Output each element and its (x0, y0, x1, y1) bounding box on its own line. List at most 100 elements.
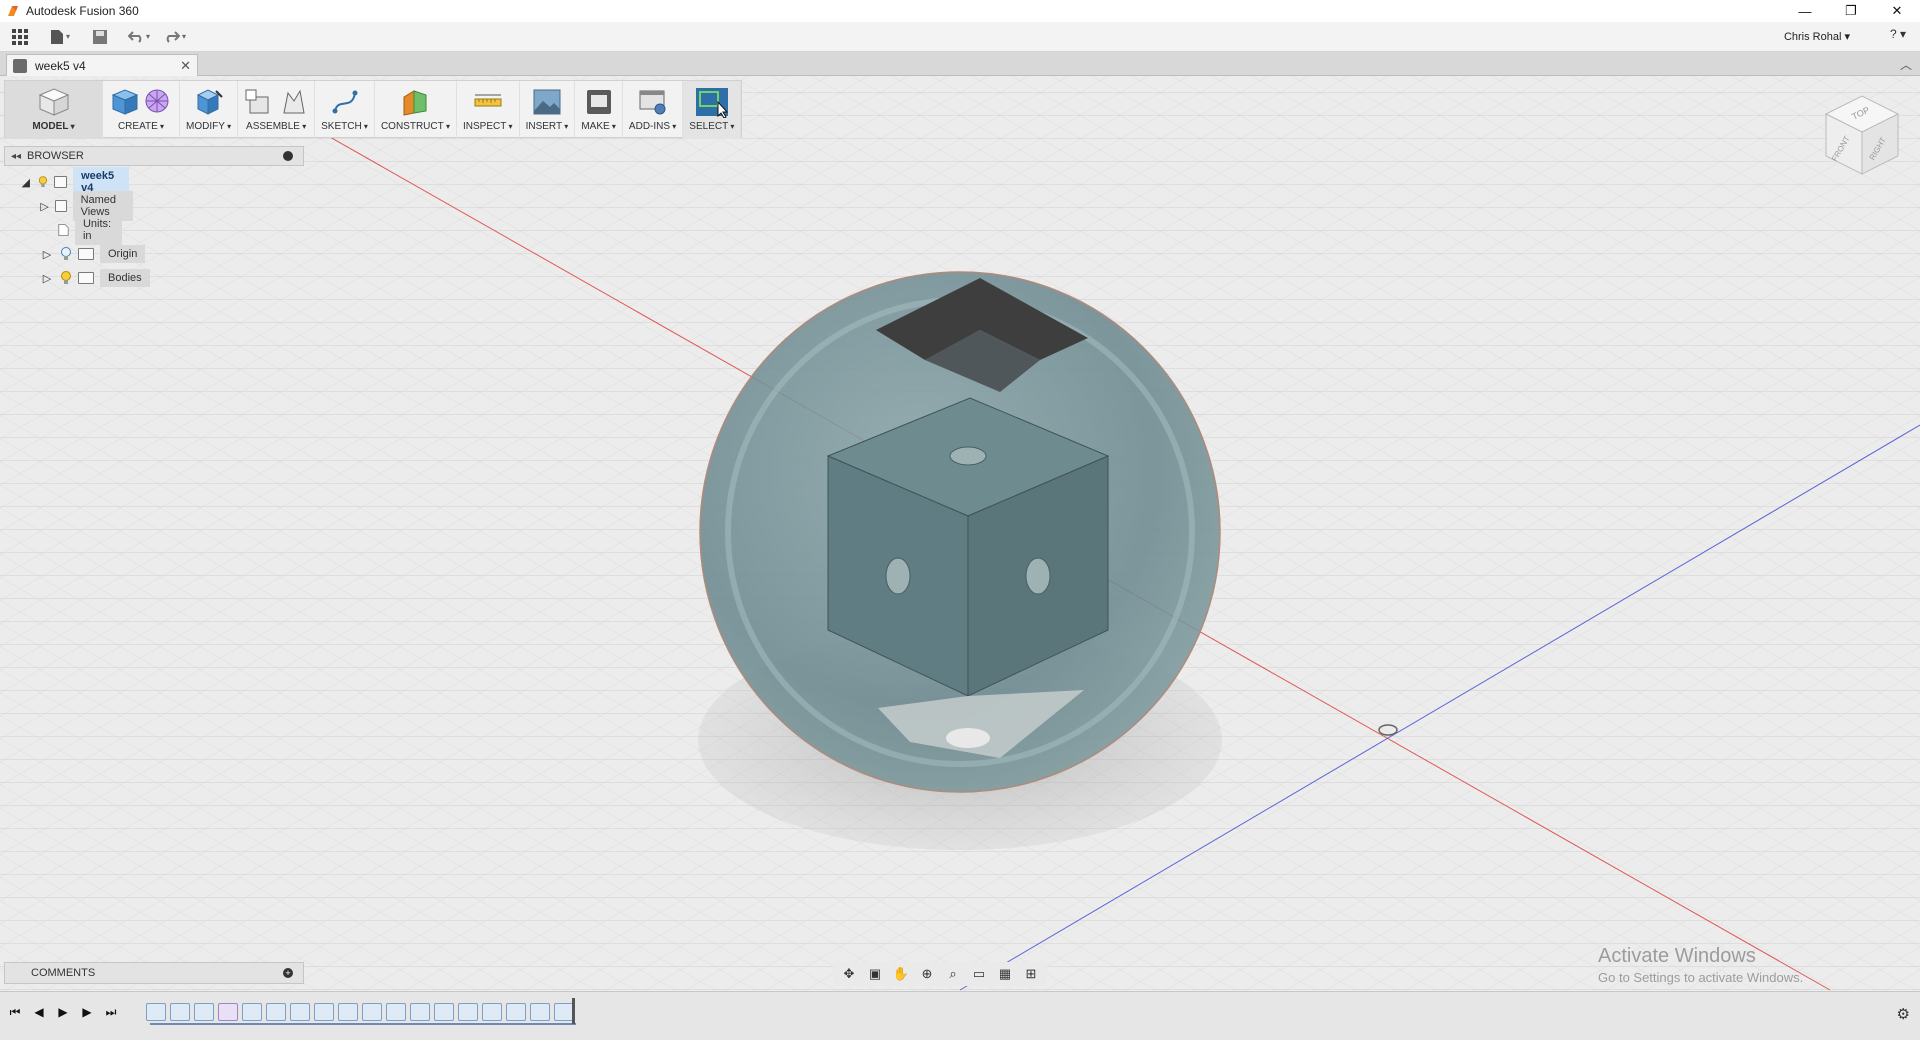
visibility-bulb-icon[interactable] (60, 271, 72, 285)
timeline-feature[interactable] (386, 1003, 406, 1021)
select-menu[interactable]: SELECT (683, 81, 742, 139)
timeline-feature[interactable] (482, 1003, 502, 1021)
restore-button[interactable]: ❐ (1828, 0, 1874, 22)
timeline-feature[interactable] (146, 1003, 166, 1021)
grid-settings-icon[interactable]: ▦ (995, 965, 1015, 983)
browser-panel-header[interactable]: ◂◂ BROWSER (4, 146, 304, 166)
create-menu[interactable]: CREATE (103, 81, 180, 139)
new-component-icon (245, 89, 269, 114)
add-ins-menu[interactable]: ADD-INS (623, 81, 684, 139)
extrude-box-icon (111, 89, 139, 115)
expand-triangle-icon[interactable]: ▷ (40, 199, 49, 213)
orbit-icon[interactable]: ✥ (839, 965, 859, 983)
timeline-feature[interactable] (530, 1003, 550, 1021)
minimize-button[interactable]: — (1782, 0, 1828, 22)
expand-triangle-icon[interactable]: ▷ (40, 247, 54, 261)
folder-icon (55, 200, 67, 212)
pan-hand-icon[interactable]: ✋ (891, 965, 911, 983)
step-back-icon[interactable]: ◀ (32, 1005, 46, 1019)
tree-label-origin[interactable]: Origin (100, 245, 146, 263)
close-tab-icon[interactable]: ✕ (180, 58, 191, 74)
save-icon[interactable] (92, 24, 108, 50)
file-icon[interactable]: ▾ (50, 24, 70, 50)
watermark-subtitle: Go to Settings to activate Windows. (1598, 970, 1804, 985)
timeline-feature[interactable] (242, 1003, 262, 1021)
tree-node-named-views[interactable]: ▷ Named Views (40, 191, 134, 221)
tree-label-bodies[interactable]: Bodies (100, 269, 150, 287)
expand-triangle-icon[interactable]: ▷ (40, 271, 54, 285)
timeline-feature[interactable] (554, 1003, 574, 1021)
timeline-feature[interactable] (506, 1003, 526, 1021)
tree-node-bodies[interactable]: ▷ Bodies (40, 268, 150, 288)
user-menu[interactable]: Chris Rohal ▾ (1784, 30, 1850, 43)
view-cube[interactable]: TOP FRONT RIGHT (1820, 88, 1904, 184)
document-tab[interactable]: week5 v4 ✕ (6, 54, 198, 76)
timeline-feature[interactable] (338, 1003, 358, 1021)
viewports-icon[interactable]: ⊞ (1021, 965, 1041, 983)
joint-icon (283, 89, 305, 114)
step-forward-icon[interactable]: ▶ (80, 1005, 94, 1019)
timeline-features (146, 1003, 574, 1021)
workspace-model-menu[interactable]: MODEL (5, 81, 103, 139)
canvas-viewport[interactable] (0, 76, 1920, 991)
sketch-menu[interactable]: SKETCH (315, 81, 375, 139)
add-comment-icon[interactable]: + (283, 968, 293, 978)
timeline-feature[interactable] (458, 1003, 478, 1021)
go-to-end-icon[interactable]: ⏭ (104, 1005, 118, 1019)
make-menu[interactable]: MAKE (575, 81, 623, 139)
construct-menu[interactable]: CONSTRUCT (375, 81, 457, 139)
collapse-panel-icon[interactable]: ◂◂ (5, 151, 27, 162)
document-node-icon (53, 176, 68, 188)
timeline-track (150, 1023, 576, 1025)
toolbar-label-assemble: ASSEMBLE (246, 121, 306, 132)
comments-panel-header[interactable]: COMMENTS + (4, 962, 304, 984)
press-pull-icon (196, 89, 223, 115)
timeline-feature[interactable] (194, 1003, 214, 1021)
pin-panel-icon[interactable] (283, 151, 293, 161)
visibility-bulb-off-icon[interactable] (60, 247, 72, 261)
tree-node-root[interactable]: ◢ week5 v4 (20, 167, 130, 197)
comments-title: COMMENTS (31, 967, 96, 979)
app-grid-icon[interactable] (12, 24, 28, 50)
folder-icon (78, 248, 94, 260)
timeline-feature[interactable] (434, 1003, 454, 1021)
timeline-marker[interactable] (572, 998, 575, 1024)
tree-node-origin[interactable]: ▷ Origin (40, 244, 146, 264)
zoom-window-icon[interactable]: ⌕ (943, 965, 963, 983)
activate-windows-watermark: Activate Windows Go to Settings to activ… (1598, 945, 1803, 985)
modify-menu[interactable]: MODIFY (180, 81, 239, 139)
look-at-icon[interactable]: ▣ (865, 965, 885, 983)
timeline-feature[interactable] (362, 1003, 382, 1021)
model-scene (0, 76, 1920, 991)
timeline-feature[interactable] (170, 1003, 190, 1021)
inspect-menu[interactable]: INSPECT (457, 81, 520, 139)
timeline-feature[interactable] (290, 1003, 310, 1021)
folder-icon (78, 272, 94, 284)
timeline-feature[interactable] (266, 1003, 286, 1021)
gear-icon[interactable]: ⚙ (1897, 1005, 1910, 1023)
toolbar-label-insert: INSERT (526, 121, 569, 132)
units-document-icon (58, 224, 69, 236)
undo-icon[interactable]: ▾ (128, 24, 150, 50)
redo-icon[interactable]: ▾ (164, 24, 186, 50)
zoom-icon[interactable]: ⊕ (917, 965, 937, 983)
chevron-up-icon[interactable]: ︿ (1900, 56, 1912, 73)
title-bar: Autodesk Fusion 360 — ❐ ✕ (0, 0, 1920, 22)
timeline-feature[interactable] (218, 1003, 238, 1021)
watermark-title: Activate Windows (1598, 945, 1756, 967)
go-to-start-icon[interactable]: ⏮ (8, 1005, 22, 1019)
tree-node-units[interactable]: Units: in (58, 215, 123, 245)
toolbar-label-construct: CONSTRUCT (381, 121, 450, 132)
visibility-bulb-icon[interactable] (38, 175, 48, 189)
tree-label-units[interactable]: Units: in (74, 215, 123, 245)
assemble-menu[interactable]: ASSEMBLE (238, 81, 316, 139)
close-window-button[interactable]: ✕ (1874, 0, 1920, 22)
insert-menu[interactable]: INSERT (520, 81, 576, 139)
display-settings-icon[interactable]: ▭ (969, 965, 989, 983)
expanded-triangle-icon[interactable]: ◢ (20, 175, 32, 189)
timeline-feature[interactable] (410, 1003, 430, 1021)
document-tab-bar: week5 v4 ✕ ︿ (0, 52, 1920, 76)
help-icon[interactable]: ? ▾ (1890, 27, 1906, 41)
play-icon[interactable]: ▶ (56, 1005, 70, 1019)
timeline-feature[interactable] (314, 1003, 334, 1021)
